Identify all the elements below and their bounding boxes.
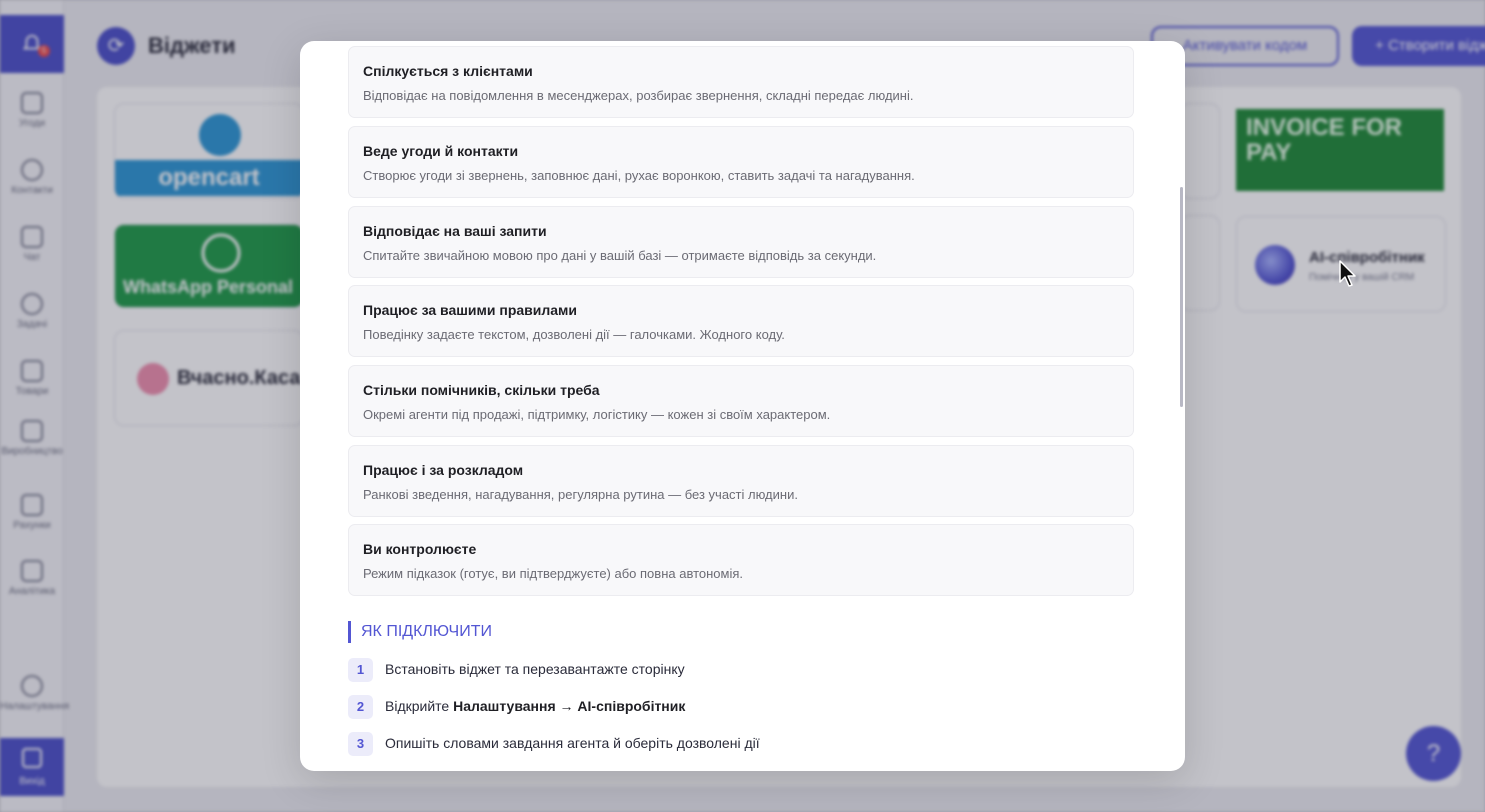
feature-card: Ви контролюєте Режим підказок (готує, ви… bbox=[348, 524, 1134, 596]
feature-description: Спитайте звичайною мовою про дані у ваші… bbox=[363, 248, 877, 263]
feature-description: Режим підказок (готує, ви підтверджуєте)… bbox=[363, 566, 743, 581]
mouse-cursor-icon bbox=[1339, 260, 1356, 287]
feature-card: Відповідає на ваші запити Спитайте звича… bbox=[348, 206, 1134, 278]
modal-scrollbar[interactable] bbox=[1180, 187, 1183, 407]
step-number: 3 bbox=[348, 732, 373, 756]
step-text-plain: Опишіть словами завдання агента й оберіт… bbox=[385, 735, 760, 751]
feature-description: Окремі агенти під продажі, підтримку, ло… bbox=[363, 407, 831, 422]
step-text: Опишіть словами завдання агента й оберіт… bbox=[385, 735, 760, 751]
feature-card: Спілкується з клієнтами Відповідає на по… bbox=[348, 46, 1134, 118]
feature-title: Ви контролюєте bbox=[363, 541, 477, 557]
feature-title: Веде угоди й контакти bbox=[363, 143, 519, 159]
feature-card: Працює за вашими правилами Поведінку зад… bbox=[348, 285, 1134, 357]
step-text-bold: Налаштування → AI-співробітник bbox=[453, 698, 686, 714]
step-number: 2 bbox=[348, 695, 373, 719]
step-text: Встановіть віджет та перезавантажте стор… bbox=[385, 661, 685, 677]
feature-description: Відповідає на повідомлення в месенджерах… bbox=[363, 88, 914, 103]
howto-heading: ЯК ПІДКЛЮЧИТИ bbox=[348, 621, 492, 643]
feature-card: Стільки помічників, скільки треба Окремі… bbox=[348, 365, 1134, 437]
feature-title: Працює і за розкладом bbox=[363, 462, 524, 478]
feature-title: Працює за вашими правилами bbox=[363, 302, 578, 318]
step-text-plain: Відкрийте bbox=[385, 698, 454, 714]
widget-details-modal: Спілкується з клієнтами Відповідає на по… bbox=[300, 41, 1185, 771]
feature-description: Ранкові зведення, нагадування, регулярна… bbox=[363, 487, 798, 502]
feature-title: Стільки помічників, скільки треба bbox=[363, 382, 600, 398]
feature-title: Спілкується з клієнтами bbox=[363, 63, 533, 79]
step-number: 1 bbox=[348, 658, 373, 682]
step-text-plain: Встановіть віджет та перезавантажте стор… bbox=[385, 661, 685, 677]
feature-title: Відповідає на ваші запити bbox=[363, 223, 547, 239]
feature-card: Працює і за розкладом Ранкові зведення, … bbox=[348, 445, 1134, 517]
feature-description: Створює угоди зі звернень, заповнює дані… bbox=[363, 168, 915, 183]
step-text: Відкрийте Налаштування → AI-співробітник bbox=[385, 698, 685, 714]
feature-description: Поведінку задаєте текстом, дозволені дії… bbox=[363, 327, 785, 342]
feature-card: Веде угоди й контакти Створює угоди зі з… bbox=[348, 126, 1134, 198]
